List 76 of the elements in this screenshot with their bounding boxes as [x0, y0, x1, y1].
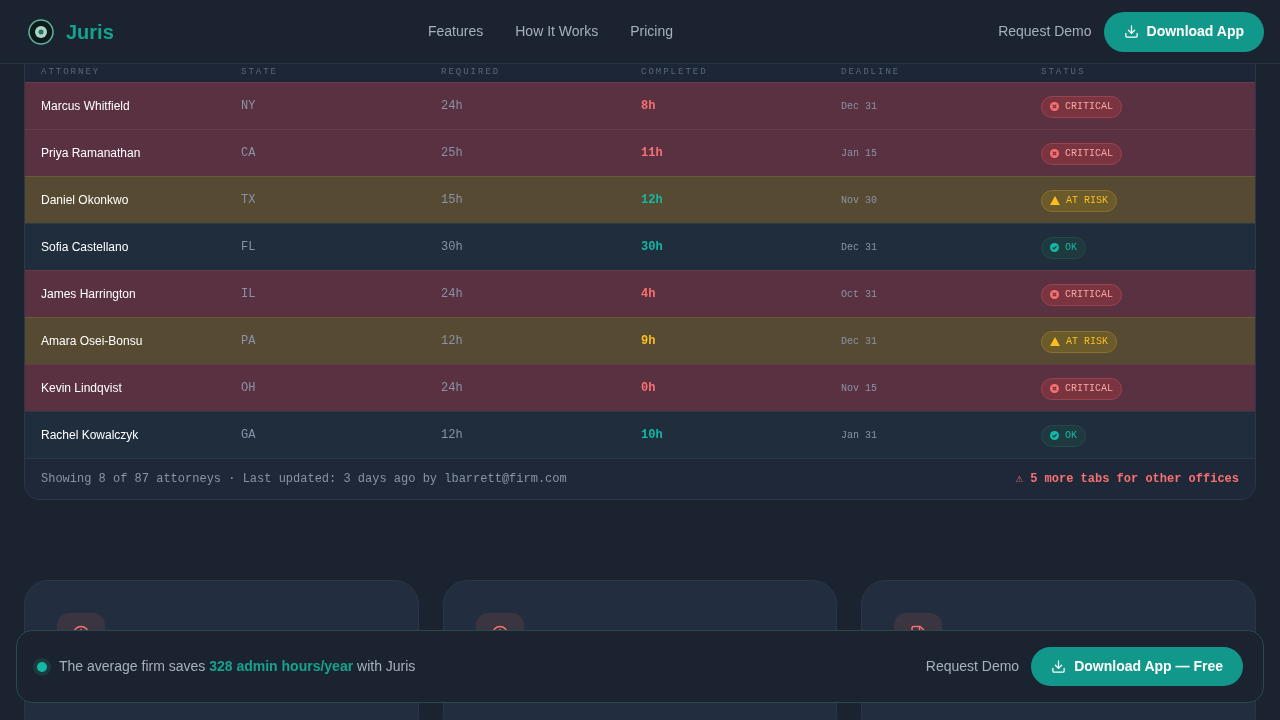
column-header: STATUS	[1041, 66, 1087, 80]
download-icon	[1123, 24, 1139, 39]
attorney-name: Amara Osei-Bonsu	[41, 333, 144, 350]
error-icon	[1050, 290, 1059, 299]
required-hours: 12h	[441, 333, 464, 350]
attorney-name: Sofia Castellano	[41, 239, 130, 256]
column-header: DEADLINE	[841, 66, 902, 80]
attorney-name: Rachel Kowalczyk	[41, 427, 140, 444]
request-demo-link[interactable]: Request Demo	[925, 656, 1020, 677]
error-icon	[1050, 149, 1059, 158]
required-hours: 12h	[441, 427, 464, 444]
status-badge: CRITICAL	[1041, 377, 1122, 400]
status-badge: CRITICAL	[1041, 283, 1122, 306]
attorney-name: James Harrington	[41, 286, 137, 303]
savings-text: The average firm saves 328 admin hours/year with Juris	[59, 657, 416, 676]
completed-hours: 9h	[641, 333, 657, 350]
deadline-cell-text: Nov 30	[841, 193, 878, 208]
state-cell-text: OH	[241, 380, 257, 397]
column-header: ATTORNEY	[41, 66, 102, 80]
completed-hours: 8h	[641, 98, 657, 115]
completed-hours: 11h	[641, 145, 664, 162]
column-header: STATE	[241, 66, 279, 80]
deadline-cell-text: Nov 15	[841, 381, 878, 396]
status-badge: CRITICAL	[1041, 95, 1122, 118]
download-button[interactable]: Download App	[1103, 11, 1264, 52]
brand-name: Juris	[66, 19, 114, 45]
attorney-name: Marcus Whitfield	[41, 98, 131, 115]
warning-icon	[1050, 196, 1060, 205]
status-badge: OK	[1041, 236, 1086, 259]
deadline-cell-text: Dec 31	[841, 334, 878, 349]
check-icon	[1050, 243, 1059, 252]
deadline-cell-text: Dec 31	[841, 99, 878, 114]
required-hours: 24h	[441, 286, 464, 303]
offices-warning: ⚠ 5 more tabs for other offices	[1015, 471, 1239, 488]
state-cell-text: FL	[241, 239, 257, 256]
state-cell-text: PA	[241, 333, 257, 350]
error-icon	[1050, 102, 1059, 111]
table-footer-text: Showing 8 of 87 attorneys · Last updated: 3 days ago by lbarrett@firm.com	[41, 471, 567, 488]
status-badge: AT RISK	[1041, 189, 1117, 212]
attorney-name: Priya Ramanathan	[41, 145, 142, 162]
attorney-name: Kevin Lindqvist	[41, 380, 123, 397]
completed-hours: 4h	[641, 286, 657, 303]
state-cell-text: NY	[241, 98, 257, 115]
state-cell-text: GA	[241, 427, 257, 444]
download-button[interactable]: Download App — Free	[1031, 647, 1243, 686]
deadline-cell-text: Jan 15	[841, 146, 878, 161]
status-badge: AT RISK	[1041, 330, 1117, 353]
completed-hours: 0h	[641, 380, 657, 397]
error-icon	[1050, 384, 1059, 393]
deadline-cell-text: Jan 31	[841, 428, 878, 443]
required-hours: 24h	[441, 98, 464, 115]
column-header: COMPLETED	[641, 66, 709, 80]
required-hours: 24h	[441, 380, 464, 397]
state-cell-text: TX	[241, 192, 257, 209]
completed-hours: 10h	[641, 427, 664, 444]
completed-hours: 30h	[641, 239, 664, 256]
required-hours: 25h	[441, 145, 464, 162]
deadline-cell-text: Oct 31	[841, 287, 878, 302]
nav-link[interactable]: How It Works	[515, 21, 599, 42]
nav-link[interactable]: Pricing	[630, 21, 674, 42]
check-icon	[1050, 431, 1059, 440]
completed-hours: 12h	[641, 192, 664, 209]
deadline-cell-text: Dec 31	[841, 240, 878, 255]
attorney-name: Daniel Okonkwo	[41, 192, 130, 209]
state-cell-text: IL	[241, 286, 257, 303]
status-badge: CRITICAL	[1041, 142, 1122, 165]
logo-icon	[28, 18, 54, 45]
column-header: REQUIRED	[441, 66, 502, 80]
required-hours: 30h	[441, 239, 464, 256]
state-cell-text: CA	[241, 145, 257, 162]
download-icon	[1051, 659, 1067, 674]
request-demo-link[interactable]: Request Demo	[998, 21, 1092, 42]
required-hours: 15h	[441, 192, 464, 209]
warning-icon	[1050, 337, 1060, 346]
status-badge: OK	[1041, 424, 1086, 447]
nav-link[interactable]: Features	[428, 21, 484, 42]
